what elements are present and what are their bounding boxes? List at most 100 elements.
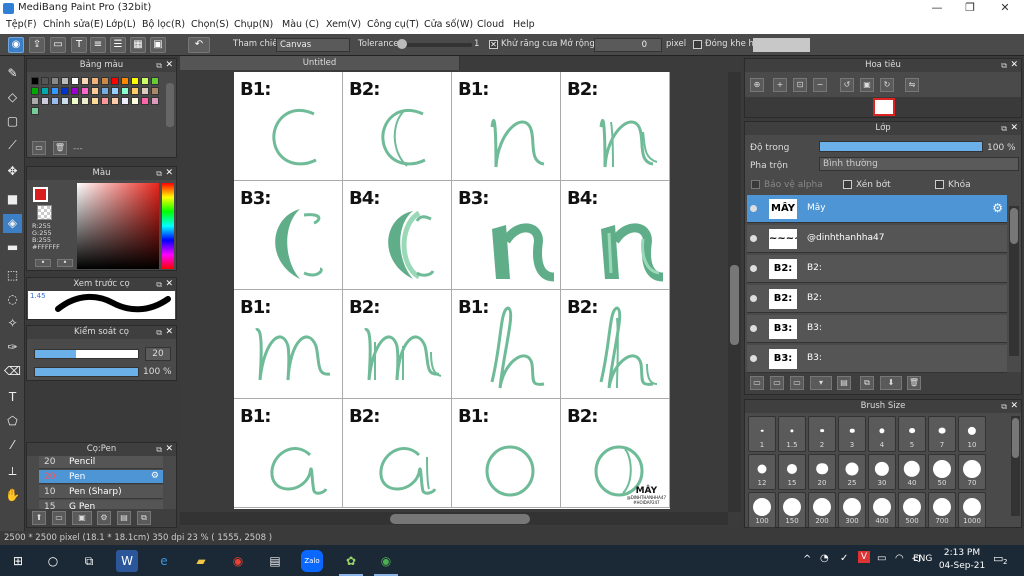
color-swatch[interactable]	[31, 97, 39, 105]
color-swatch[interactable]	[31, 87, 39, 95]
panel-close-icon[interactable]: ✕	[165, 326, 173, 339]
clock-date[interactable]: 04-Sep-21	[938, 561, 986, 571]
minimize-button[interactable]: —	[922, 1, 952, 14]
menu-capture[interactable]: Chụp(N)	[234, 19, 273, 30]
brush-add-icon[interactable]: ⬆	[32, 511, 46, 525]
document-tab[interactable]: Untitled	[180, 56, 460, 70]
edge-icon[interactable]: e	[153, 550, 175, 572]
lasso-tool-icon[interactable]: ◌	[3, 290, 22, 309]
visibility-icon[interactable]	[750, 325, 757, 332]
color-swatch[interactable]	[61, 97, 69, 105]
duplicate-layer-icon[interactable]: ⧉	[860, 376, 874, 390]
list-icon[interactable]: ☰	[110, 37, 126, 53]
brush-size-cell[interactable]: 200	[808, 492, 836, 528]
new-8bit-layer-icon[interactable]: ▭	[790, 376, 804, 390]
menu-cloud[interactable]: Cloud	[477, 19, 504, 30]
brush-size-cell[interactable]: 4	[868, 416, 896, 452]
color-swatch[interactable]	[81, 87, 89, 95]
eraser-tool-icon[interactable]: ◇	[3, 88, 22, 107]
color-swatch[interactable]	[31, 77, 39, 85]
color-swatch[interactable]	[151, 77, 159, 85]
new-halftone-layer-icon[interactable]: ▭	[770, 376, 784, 390]
select-tool-icon[interactable]: ⬚	[3, 266, 22, 285]
select-pen-icon[interactable]: ✑	[3, 338, 22, 357]
fit-icon[interactable]: ⊡	[793, 78, 807, 92]
brush-size-cell[interactable]: 15	[778, 454, 806, 490]
add-layer-dropdown-icon[interactable]: ▾	[810, 376, 832, 390]
float-icon[interactable]: ⧉	[156, 59, 162, 72]
delete-layer-icon[interactable]: 🗑	[907, 376, 921, 390]
color-swatch[interactable]	[151, 97, 159, 105]
store-icon[interactable]: ▤	[264, 550, 286, 572]
visibility-icon[interactable]	[750, 205, 757, 212]
maximize-button[interactable]: ❐	[955, 1, 985, 14]
zalo-icon[interactable]: Zalo	[301, 550, 323, 572]
brush-size-cell[interactable]: 20	[808, 454, 836, 490]
color-swatch[interactable]	[91, 77, 99, 85]
divide-tool-icon[interactable]: ⟂	[3, 462, 22, 481]
navigator-view[interactable]	[745, 97, 1021, 117]
fill-rect-tool-icon[interactable]: ■	[3, 190, 22, 209]
hue-slider[interactable]	[162, 183, 174, 269]
check-icon[interactable]: ✓	[840, 553, 848, 564]
brush-size-cell[interactable]: 40	[898, 454, 926, 490]
color-swatch[interactable]	[81, 77, 89, 85]
color-swatch[interactable]	[111, 77, 119, 85]
menu-select[interactable]: Chọn(S)	[191, 19, 229, 30]
page-icon[interactable]: ≡	[90, 37, 106, 53]
panel-close-icon[interactable]: ✕	[165, 59, 173, 72]
color-swatch[interactable]	[141, 87, 149, 95]
color-swatch[interactable]	[61, 77, 69, 85]
brush-size-cell[interactable]: 70	[958, 454, 986, 490]
layer-opacity-slider[interactable]	[819, 141, 983, 152]
select-eraser-icon[interactable]: ⌫	[3, 362, 22, 381]
rotate-right-icon[interactable]: ↻	[880, 78, 894, 92]
visibility-icon[interactable]	[750, 355, 757, 362]
save-icon[interactable]: ▣	[150, 37, 166, 53]
color-swatch[interactable]	[71, 77, 79, 85]
layer-row[interactable]: B3: B3:	[747, 345, 1007, 373]
share-icon[interactable]: ⇪	[29, 37, 45, 53]
menu-edit[interactable]: Chỉnh sửa(E)	[43, 19, 104, 30]
wifi-icon[interactable]: ◠	[895, 553, 904, 564]
secondary-color-swatch[interactable]	[37, 205, 52, 220]
brush-size-cell[interactable]: 30	[868, 454, 896, 490]
panel-close-icon[interactable]: ✕	[1010, 122, 1018, 135]
color-swatch[interactable]	[91, 97, 99, 105]
eye-icon[interactable]: ◉	[8, 37, 24, 53]
brush-size-cell[interactable]: 700	[928, 492, 956, 528]
brush-list-item[interactable]: 10 Pen (Sharp)	[39, 485, 163, 499]
menu-view[interactable]: Xem(V)	[326, 19, 361, 30]
chrome-alt-icon[interactable]: ◉	[375, 550, 397, 572]
panel-close-icon[interactable]: ✕	[1010, 59, 1018, 72]
color-swatch[interactable]	[121, 97, 129, 105]
menu-window[interactable]: Cửa số(W)	[424, 19, 473, 30]
menu-file[interactable]: Tệp(F)	[6, 19, 37, 30]
notification-icon[interactable]: ▭	[993, 552, 1003, 565]
color-mode-button[interactable]: •	[35, 259, 51, 267]
text-tool-icon[interactable]: T	[3, 388, 22, 407]
lang-text[interactable]: ENG	[913, 554, 932, 564]
color-swatch[interactable]	[61, 87, 69, 95]
windows-start-icon[interactable]: ⊞	[7, 550, 29, 572]
brush-size-scrollbar[interactable]	[1011, 416, 1020, 516]
menu-tools[interactable]: Công cụ(T)	[367, 19, 419, 30]
swatch-grid[interactable]	[28, 74, 163, 139]
brush-size-cell[interactable]: 50	[928, 454, 956, 490]
menu-color[interactable]: Màu (C)	[282, 19, 319, 30]
close-gap-input[interactable]	[753, 38, 810, 52]
color-swatch[interactable]	[31, 107, 39, 115]
zoom-icon[interactable]: ⊕	[750, 78, 764, 92]
color-swatch[interactable]	[101, 77, 109, 85]
color-swatch[interactable]	[41, 87, 49, 95]
layer-row[interactable]: B2: B2:	[747, 285, 1007, 313]
color-swatch[interactable]	[41, 97, 49, 105]
reference-select[interactable]: Canvas	[276, 38, 350, 52]
brush-size-cell[interactable]: 300	[838, 492, 866, 528]
word-icon[interactable]: W	[116, 550, 138, 572]
protect-alpha-checkbox[interactable]	[751, 180, 760, 189]
brush-size-cell[interactable]: 5	[898, 416, 926, 452]
float-icon[interactable]: ⧉	[156, 167, 162, 180]
clock-time[interactable]: 2:13 PM	[942, 548, 982, 558]
menu-layer[interactable]: Lớp(L)	[106, 19, 136, 30]
